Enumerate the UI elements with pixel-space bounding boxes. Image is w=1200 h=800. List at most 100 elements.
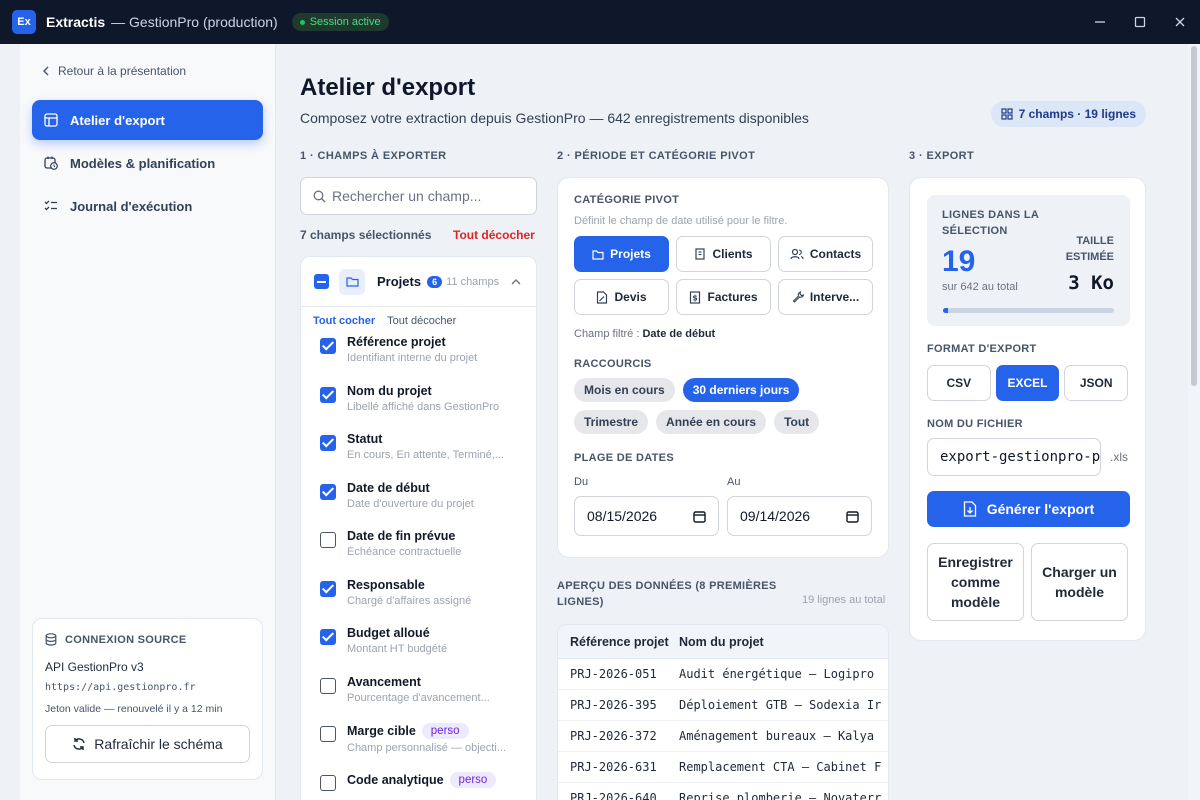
app-logo: Ex xyxy=(12,10,36,34)
table-row: PRJ-2026-631 Remplacement CTA — Cabinet F xyxy=(558,752,888,783)
field-checkbox[interactable] xyxy=(320,386,336,403)
format-csv-button[interactable]: CSV xyxy=(927,365,991,401)
close-icon xyxy=(1175,17,1185,27)
table-row: PRJ-2026-395 Déploiement GTB — Sodexia Ir xyxy=(558,690,888,721)
field-checkbox[interactable] xyxy=(320,726,336,742)
field-texts: Nom du projet Libellé affiché dans Gestio… xyxy=(347,384,515,433)
group-checkbox[interactable] xyxy=(314,274,329,289)
field-name: Code analytique xyxy=(347,772,444,787)
filename-input[interactable]: export-gestionpro-projets xyxy=(927,438,1101,476)
group-header[interactable]: Projets 6 11 champs xyxy=(301,257,536,307)
scrollbar[interactable] xyxy=(1188,44,1200,800)
shortcut-chip[interactable]: Trimestre xyxy=(574,410,649,434)
source-url: https://api.gestionpro.fr xyxy=(45,682,196,693)
category-clients-button[interactable]: Clients xyxy=(676,236,771,272)
field-item[interactable]: Budget alloué Montant HT budgété xyxy=(301,626,536,675)
sidebar-item-export-workshop[interactable]: Atelier d'export xyxy=(32,100,263,140)
category-label: Contacts xyxy=(809,247,862,261)
source-name: API GestionPro v3 xyxy=(45,660,144,674)
scrollbar-thumb[interactable] xyxy=(1191,46,1197,386)
field-item[interactable]: Date de début Date d'ouverture du projet xyxy=(301,481,536,530)
field-item[interactable]: Date de fin prévue Échéance contractuelle xyxy=(301,529,536,578)
field-item[interactable]: Marge cible perso Champ personnalisé — obj… xyxy=(301,723,536,772)
table-cell: Reprise plomberie — Novaterr xyxy=(679,791,882,800)
field-checkbox[interactable] xyxy=(320,483,336,500)
shortcut-chip[interactable]: Tout xyxy=(774,410,820,434)
category-devis-button[interactable]: Devis xyxy=(574,279,669,315)
from-label: Du xyxy=(574,476,589,488)
field-name-row: Code analytique perso xyxy=(347,771,515,788)
uncheck-all-link[interactable]: Tout décocher xyxy=(387,315,456,327)
category-contacts-button[interactable]: Contacts xyxy=(778,236,873,272)
category-factures-button[interactable]: $ Factures xyxy=(676,279,771,315)
back-link[interactable]: Retour à la présentation xyxy=(42,64,186,78)
group-field-count: 11 champs xyxy=(446,275,500,288)
field-item[interactable]: Code analytique perso xyxy=(301,771,536,800)
format-label: FORMAT D'EXPORT xyxy=(927,343,1037,355)
main-content: Atelier d'export Composez votre extracti… xyxy=(276,44,1188,800)
field-item[interactable]: Référence projet Identifiant interne du p… xyxy=(301,335,536,384)
summary-label: 7 champs · 19 lignes xyxy=(1018,107,1136,121)
category-projets-button[interactable]: Projets xyxy=(574,236,669,272)
field-checkbox[interactable] xyxy=(320,677,336,694)
table-icon xyxy=(44,113,58,127)
shortcut-chip[interactable]: Année en cours xyxy=(656,410,767,434)
sidebar-item-templates[interactable]: Modèles & planification xyxy=(32,143,263,183)
field-description: Chargé d'affaires assigné xyxy=(347,594,472,607)
field-checkbox[interactable] xyxy=(320,435,336,451)
users-icon xyxy=(790,248,804,260)
field-name: Date de début xyxy=(347,480,430,495)
field-item[interactable]: Responsable Chargé d'affaires assigné xyxy=(301,578,536,627)
field-checkbox[interactable] xyxy=(320,580,336,597)
page-title: Atelier d'export xyxy=(300,74,476,101)
field-item[interactable]: Statut En cours, En attente, Terminé,... xyxy=(301,432,536,481)
filename-label: NOM DU FICHIER xyxy=(927,418,1023,430)
format-json-button[interactable]: JSON xyxy=(1064,365,1129,401)
field-item[interactable]: Avancement Pourcentage d'avancement... xyxy=(301,675,536,724)
generate-export-button[interactable]: Générer l'export xyxy=(927,491,1130,527)
field-description: Montant HT budgété xyxy=(347,643,448,655)
custom-field-tag: perso xyxy=(449,771,497,788)
minimize-button[interactable] xyxy=(1080,0,1120,44)
shortcut-chip[interactable]: Mois en cours xyxy=(574,378,675,402)
field-search-input[interactable]: Rechercher un champ... xyxy=(300,177,537,215)
maximize-button[interactable] xyxy=(1120,0,1160,44)
field-name: Statut xyxy=(347,432,383,446)
save-template-button[interactable]: Enregistrer comme modèle xyxy=(927,543,1024,621)
filtered-field-value: Date de début xyxy=(642,328,716,340)
category-label: Interve... xyxy=(809,290,860,304)
check-all-link[interactable]: Tout cocher xyxy=(313,315,375,327)
close-button[interactable] xyxy=(1160,0,1200,44)
format-excel-button[interactable]: EXCEL xyxy=(995,365,1060,401)
field-checkbox[interactable] xyxy=(320,629,336,645)
field-group-projets: Projets 6 11 champs Tout cocher Tout déc… xyxy=(300,256,537,800)
refresh-schema-button[interactable]: Rafraîchir le schéma xyxy=(45,725,250,763)
date-from-input[interactable]: 08/15/2026 xyxy=(574,496,719,536)
preview-table: Référence projet Nom du projet PRJ-2026-… xyxy=(557,624,889,800)
load-template-button[interactable]: Charger un modèle xyxy=(1031,543,1128,621)
field-checkbox[interactable] xyxy=(320,338,336,354)
sidebar-item-execution-log[interactable]: Journal d'exécution xyxy=(32,186,263,226)
field-description: Échéance contractuelle xyxy=(347,546,462,558)
category-label: Projets xyxy=(610,247,651,261)
shortcut-chip[interactable]: 30 derniers jours xyxy=(682,378,800,402)
clear-all-link[interactable]: Tout décocher xyxy=(453,228,535,242)
date-to-input[interactable]: 09/14/2026 xyxy=(727,496,872,536)
table-row: PRJ-2026-372 Aménagement bureaux — Kalya xyxy=(558,721,888,752)
field-checkbox[interactable] xyxy=(320,774,336,791)
size-value: 3 Ko xyxy=(1068,272,1114,294)
file-edit-icon xyxy=(596,290,608,304)
calendar-icon[interactable] xyxy=(693,510,706,523)
field-description: Pourcentage d'avancement... xyxy=(347,691,490,704)
field-item[interactable]: Nom du projet Libellé affiché dans Gestio… xyxy=(301,384,536,433)
field-texts: Responsable Chargé d'affaires assigné xyxy=(347,578,515,627)
field-checkbox[interactable] xyxy=(320,532,336,548)
table-cell: Remplacement CTA — Cabinet F xyxy=(679,760,882,774)
title-bar: Ex Extractis — GestionPro (production) S… xyxy=(0,0,1200,44)
category-interve-button[interactable]: Interve... xyxy=(778,279,873,315)
field-name: Référence projet xyxy=(347,335,446,349)
filtered-field-label: Champ filtré : xyxy=(574,328,640,340)
field-description: Libellé affiché dans GestionPro xyxy=(347,400,500,413)
chevron-up-icon[interactable] xyxy=(511,278,521,286)
calendar-icon[interactable] xyxy=(846,510,859,523)
